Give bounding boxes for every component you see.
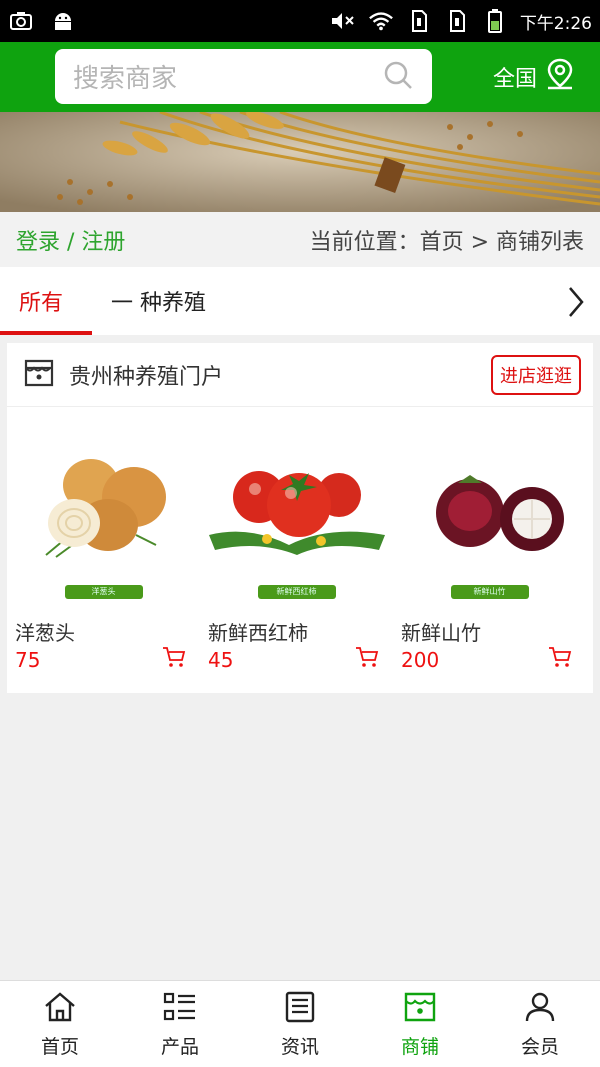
nav-news[interactable]: 资讯 <box>240 981 360 1067</box>
cart-icon[interactable] <box>548 646 572 672</box>
nav-home[interactable]: 首页 <box>0 981 120 1067</box>
tab-category[interactable]: 一 种养殖 <box>92 267 206 335</box>
wifi-icon <box>368 10 394 32</box>
mute-icon <box>330 10 356 32</box>
sim1-icon <box>406 10 432 32</box>
category-tabs: 所有 一 种养殖 <box>0 267 600 335</box>
nav-label: 产品 <box>160 1036 199 1058</box>
product-image[interactable]: 新鲜西红柿 <box>208 435 385 603</box>
product-list: 洋葱头 洋葱头 75 新鲜西红柿 新鲜西红柿 45 新鲜山竹 新鲜山竹 200 <box>7 407 593 672</box>
nav-label: 首页 <box>40 1036 79 1058</box>
nav-label: 商铺 <box>400 1036 439 1058</box>
visit-shop-button[interactable]: 进店逛逛 <box>491 354 581 395</box>
product-item[interactable]: 新鲜山竹 新鲜山竹 200 <box>393 435 586 672</box>
battery-icon <box>482 9 508 33</box>
region-label: 全国 <box>493 67 538 92</box>
store-icon <box>23 357 55 393</box>
product-tag: 新鲜山竹 <box>450 585 529 599</box>
home-icon <box>43 991 77 1028</box>
product-name[interactable]: 新鲜山竹 <box>401 617 578 646</box>
bottom-nav: 首页 产品 资讯 商铺 会员 <box>0 980 600 1067</box>
product-image[interactable]: 洋葱头 <box>16 435 192 603</box>
nav-label: 会员 <box>520 1036 559 1058</box>
breadcrumb: 当前位置：首页 > 商铺列表 <box>309 229 584 255</box>
app-header: 搜索商家 全国 <box>0 42 600 112</box>
news-icon <box>283 991 317 1028</box>
product-item[interactable]: 洋葱头 洋葱头 75 <box>7 435 200 672</box>
region-selector[interactable]: 全国 <box>493 58 575 96</box>
product-name[interactable]: 洋葱头 <box>15 617 192 646</box>
shop-name[interactable]: 贵州种养殖门户 <box>69 359 223 391</box>
product-name[interactable]: 新鲜西红柿 <box>208 617 385 646</box>
search-icon[interactable] <box>382 59 414 95</box>
nav-label: 资讯 <box>280 1036 319 1058</box>
login-register-link[interactable]: 登录 / 注册 <box>16 224 125 256</box>
shop-icon <box>403 991 437 1028</box>
product-item[interactable]: 新鲜西红柿 新鲜西红柿 45 <box>200 435 393 672</box>
shop-header: 贵州种养殖门户 进店逛逛 <box>7 343 593 407</box>
sim2-icon <box>444 10 470 32</box>
search-placeholder: 搜索商家 <box>73 64 178 94</box>
chevron-right-icon[interactable] <box>566 285 586 325</box>
breadcrumb-bar: 登录 / 注册 当前位置：首页 > 商铺列表 <box>0 212 600 267</box>
cart-icon[interactable] <box>355 646 379 672</box>
search-input[interactable]: 搜索商家 <box>55 49 432 104</box>
product-tag: 新鲜西红柿 <box>257 585 336 599</box>
banner-image[interactable] <box>0 112 600 212</box>
product-image[interactable]: 新鲜山竹 <box>402 435 578 603</box>
clock: 下午2:26 <box>519 13 592 34</box>
list-icon <box>163 991 197 1028</box>
android-icon <box>50 10 76 32</box>
product-tag: 洋葱头 <box>64 585 143 599</box>
nav-products[interactable]: 产品 <box>120 981 240 1067</box>
nav-shops[interactable]: 商铺 <box>360 981 480 1067</box>
tab-all[interactable]: 所有 <box>0 267 92 335</box>
status-bar: 下午2:26 <box>0 0 600 42</box>
user-icon <box>523 991 557 1028</box>
shop-card: 贵州种养殖门户 进店逛逛 洋葱头 洋葱头 75 新鲜西红柿 新鲜西红柿 45 新… <box>7 343 593 693</box>
camera-icon <box>8 10 34 32</box>
cart-icon[interactable] <box>162 646 186 672</box>
nav-member[interactable]: 会员 <box>480 981 600 1067</box>
location-pin-icon <box>545 58 575 96</box>
